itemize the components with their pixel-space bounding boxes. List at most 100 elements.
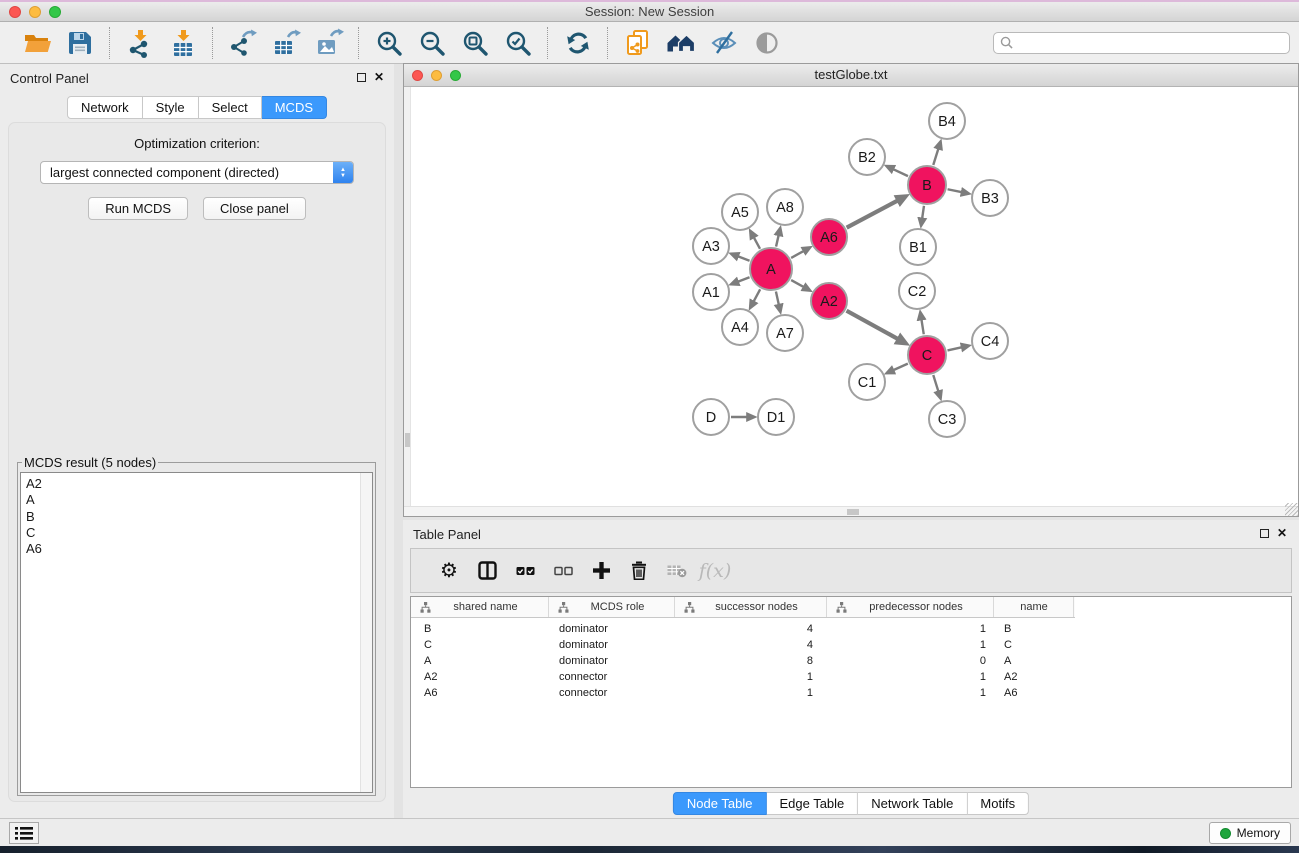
- edge-C-C3[interactable]: [933, 375, 938, 392]
- refresh-button[interactable]: [556, 26, 599, 60]
- table-cell[interactable]: 0: [827, 653, 994, 669]
- close-panel-icon[interactable]: ✕: [1277, 526, 1287, 540]
- result-item[interactable]: A: [26, 492, 367, 508]
- select-all-button[interactable]: [506, 553, 544, 589]
- node-A5[interactable]: A5: [722, 194, 758, 230]
- table-cell[interactable]: C: [411, 637, 549, 653]
- node-A[interactable]: A: [750, 248, 792, 290]
- close-panel-icon[interactable]: ✕: [374, 70, 384, 84]
- mcds-result-list[interactable]: A2ABCA6: [20, 472, 373, 793]
- search-input[interactable]: [1018, 36, 1283, 50]
- table-cell[interactable]: 1: [827, 637, 994, 653]
- export-table-button[interactable]: [264, 26, 307, 60]
- edge-B-B3[interactable]: [948, 189, 963, 192]
- edge-B-B4[interactable]: [933, 148, 938, 165]
- delete-column-button[interactable]: [620, 553, 658, 589]
- first-neighbors-button[interactable]: [659, 26, 702, 60]
- edge-A-A3[interactable]: [737, 256, 749, 261]
- table-row[interactable]: Bdominator41B: [411, 621, 1291, 637]
- edge-B-B1[interactable]: [922, 206, 924, 220]
- table-cell[interactable]: 1: [675, 669, 827, 685]
- table-cell[interactable]: 1: [827, 685, 994, 701]
- tab-style[interactable]: Style: [143, 96, 199, 119]
- node-B4[interactable]: B4: [929, 103, 965, 139]
- float-panel-icon[interactable]: [1260, 529, 1269, 538]
- save-session-button[interactable]: [58, 26, 101, 60]
- node-A1[interactable]: A1: [693, 274, 729, 310]
- memory-button[interactable]: Memory: [1209, 822, 1291, 844]
- import-network-button[interactable]: [118, 26, 161, 60]
- table-cell[interactable]: connector: [549, 669, 675, 685]
- column-header-mcds-role[interactable]: MCDS role: [549, 597, 675, 617]
- table-cell[interactable]: dominator: [549, 637, 675, 653]
- node-A3[interactable]: A3: [693, 228, 729, 264]
- close-panel-button[interactable]: Close panel: [203, 197, 306, 220]
- deselect-all-button[interactable]: [544, 553, 582, 589]
- node-A6[interactable]: A6: [811, 219, 847, 255]
- column-header-name[interactable]: name: [994, 597, 1074, 617]
- zoom-fit-button[interactable]: [453, 26, 496, 60]
- edge-A6-B[interactable]: [847, 200, 899, 228]
- node-D[interactable]: D: [693, 399, 729, 435]
- import-table-button[interactable]: [161, 26, 204, 60]
- zoom-out-button[interactable]: [410, 26, 453, 60]
- run-mcds-button[interactable]: Run MCDS: [88, 197, 188, 220]
- network-from-selection-button[interactable]: [616, 26, 659, 60]
- result-item[interactable]: A6: [26, 541, 367, 557]
- node-A8[interactable]: A8: [767, 189, 803, 225]
- node-A7[interactable]: A7: [767, 315, 803, 351]
- table-cell[interactable]: A2: [994, 669, 1074, 685]
- node-D1[interactable]: D1: [758, 399, 794, 435]
- network-window-titlebar[interactable]: testGlobe.txt: [404, 64, 1298, 87]
- zoom-selected-button[interactable]: [496, 26, 539, 60]
- function-builder-button[interactable]: f(x): [696, 553, 734, 589]
- edge-B-B2[interactable]: [892, 169, 908, 176]
- table-cell[interactable]: dominator: [549, 621, 675, 637]
- table-settings-button[interactable]: ⚙: [430, 553, 468, 589]
- graphics-details-button[interactable]: [745, 26, 788, 60]
- edge-A-A7[interactable]: [776, 291, 779, 305]
- node-C3[interactable]: C3: [929, 401, 965, 437]
- table-row[interactable]: Adominator80A: [411, 653, 1291, 669]
- edge-C-C2[interactable]: [921, 319, 923, 335]
- horizontal-scroll-thumb[interactable]: [847, 509, 859, 515]
- table-cell[interactable]: 1: [827, 621, 994, 637]
- edge-A-A1[interactable]: [737, 277, 749, 282]
- network-horizontal-scrollbar[interactable]: [404, 506, 1298, 516]
- task-history-button[interactable]: [9, 822, 39, 844]
- show-columns-button[interactable]: [468, 553, 506, 589]
- tab-motifs[interactable]: Motifs: [967, 792, 1029, 815]
- node-C[interactable]: C: [908, 336, 946, 374]
- table-cell[interactable]: A: [994, 653, 1074, 669]
- table-cell[interactable]: connector: [549, 685, 675, 701]
- export-image-button[interactable]: [307, 26, 350, 60]
- tab-node-table[interactable]: Node Table: [673, 792, 767, 815]
- table-cell[interactable]: A6: [994, 685, 1074, 701]
- column-header-successor-nodes[interactable]: successor nodes: [675, 597, 827, 617]
- table-cell[interactable]: dominator: [549, 653, 675, 669]
- edge-A-A8[interactable]: [776, 234, 779, 246]
- network-canvas[interactable]: AA6A2BCA1A3A4A5A7A8B1B2B3B4C1C2C3C4DD1: [404, 87, 1298, 506]
- column-header-predecessor-nodes[interactable]: predecessor nodes: [827, 597, 994, 617]
- table-cell[interactable]: 1: [675, 685, 827, 701]
- edge-C-C1[interactable]: [893, 364, 908, 371]
- node-A2[interactable]: A2: [811, 283, 847, 319]
- edge-A-A2[interactable]: [791, 280, 804, 287]
- tab-edge-table[interactable]: Edge Table: [766, 792, 858, 815]
- result-item[interactable]: B: [26, 509, 367, 525]
- export-network-button[interactable]: [221, 26, 264, 60]
- edge-A-A6[interactable]: [791, 251, 804, 258]
- resize-grip-icon[interactable]: [1285, 503, 1298, 516]
- table-cell[interactable]: 4: [675, 621, 827, 637]
- edge-C-C4[interactable]: [947, 347, 962, 350]
- result-scrollbar[interactable]: [360, 473, 372, 792]
- column-header-shared-name[interactable]: shared name: [411, 597, 549, 617]
- hide-selected-button[interactable]: [702, 26, 745, 60]
- add-column-button[interactable]: [582, 553, 620, 589]
- node-C2[interactable]: C2: [899, 273, 935, 309]
- float-panel-icon[interactable]: [357, 73, 366, 82]
- table-cell[interactable]: A6: [411, 685, 549, 701]
- table-cell[interactable]: C: [994, 637, 1074, 653]
- zoom-in-button[interactable]: [367, 26, 410, 60]
- node-C1[interactable]: C1: [849, 364, 885, 400]
